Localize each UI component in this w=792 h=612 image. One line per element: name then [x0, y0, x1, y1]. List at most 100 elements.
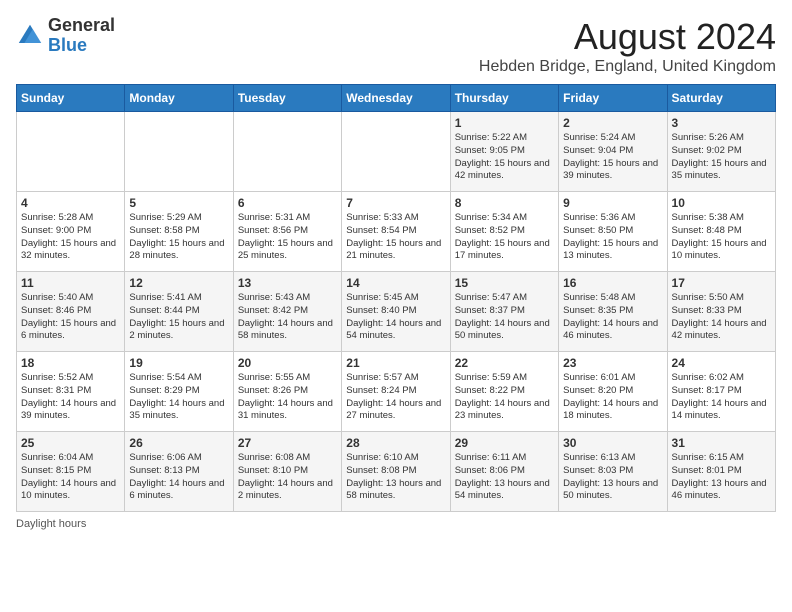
- cell-content: Sunrise: 5:33 AM Sunset: 8:54 PM Dayligh…: [346, 212, 445, 263]
- col-header-friday: Friday: [559, 85, 667, 112]
- day-number: 27: [238, 436, 337, 450]
- table-row: 16 Sunrise: 5:48 AM Sunset: 8:35 PM Dayli…: [559, 272, 667, 352]
- table-row: 31Sunrise: 6:15 AM Sunset: 8:01 PM Dayli…: [667, 432, 775, 512]
- calendar-row: 1 Sunrise: 5:22 AM Sunset: 9:05 PM Daylig…: [17, 112, 776, 192]
- col-header-tuesday: Tuesday: [233, 85, 341, 112]
- day-number: 30: [563, 436, 662, 450]
- day-number: 1: [455, 116, 554, 130]
- cell-content: Sunrise: 5:43 AM Sunset: 8:42 PM Dayligh…: [238, 292, 337, 343]
- location: Hebden Bridge, England, United Kingdom: [479, 58, 776, 76]
- table-row: 28Sunrise: 6:10 AM Sunset: 8:08 PM Dayli…: [342, 432, 450, 512]
- day-number: 17: [672, 276, 771, 290]
- table-row: [17, 112, 125, 192]
- logo-text: General Blue: [48, 16, 115, 56]
- table-row: 3 Sunrise: 5:26 AM Sunset: 9:02 PM Daylig…: [667, 112, 775, 192]
- table-row: 18 Sunrise: 5:52 AM Sunset: 8:31 PM Dayli…: [17, 352, 125, 432]
- day-number: 26: [129, 436, 228, 450]
- table-row: [233, 112, 341, 192]
- cell-content: Sunrise: 5:26 AM Sunset: 9:02 PM Dayligh…: [672, 132, 771, 183]
- table-row: [125, 112, 233, 192]
- table-row: 7 Sunrise: 5:33 AM Sunset: 8:54 PM Daylig…: [342, 192, 450, 272]
- table-row: 27 Sunrise: 6:08 AM Sunset: 8:10 PM Dayli…: [233, 432, 341, 512]
- cell-content: Sunrise: 5:31 AM Sunset: 8:56 PM Dayligh…: [238, 212, 337, 263]
- cell-content: Sunrise: 6:04 AM Sunset: 8:15 PM Dayligh…: [21, 452, 120, 503]
- cell-content: Sunrise: 5:22 AM Sunset: 9:05 PM Dayligh…: [455, 132, 554, 183]
- day-number: 13: [238, 276, 337, 290]
- cell-content: Sunrise: 6:13 AM Sunset: 8:03 PM Dayligh…: [563, 452, 662, 503]
- cell-content: Sunrise: 5:41 AM Sunset: 8:44 PM Dayligh…: [129, 292, 228, 343]
- cell-content: Sunrise: 6:11 AM Sunset: 8:06 PM Dayligh…: [455, 452, 554, 503]
- table-row: 25 Sunrise: 6:04 AM Sunset: 8:15 PM Dayli…: [17, 432, 125, 512]
- table-row: 12 Sunrise: 5:41 AM Sunset: 8:44 PM Dayli…: [125, 272, 233, 352]
- cell-content: Sunrise: 5:45 AM Sunset: 8:40 PM Dayligh…: [346, 292, 445, 343]
- day-number: 9: [563, 196, 662, 210]
- header: General Blue August 2024 Hebden Bridge, …: [16, 16, 776, 76]
- table-row: 1 Sunrise: 5:22 AM Sunset: 9:05 PM Daylig…: [450, 112, 558, 192]
- cell-content: Sunrise: 6:15 AM Sunset: 8:01 PM Dayligh…: [672, 452, 771, 503]
- day-number: 2: [563, 116, 662, 130]
- table-row: 10 Sunrise: 5:38 AM Sunset: 8:48 PM Dayli…: [667, 192, 775, 272]
- table-row: 15 Sunrise: 5:47 AM Sunset: 8:37 PM Dayli…: [450, 272, 558, 352]
- day-number: 10: [672, 196, 771, 210]
- table-row: 14Sunrise: 5:45 AM Sunset: 8:40 PM Dayli…: [342, 272, 450, 352]
- day-number: 7: [346, 196, 445, 210]
- cell-content: Sunrise: 5:55 AM Sunset: 8:26 PM Dayligh…: [238, 372, 337, 423]
- cell-content: Sunrise: 5:24 AM Sunset: 9:04 PM Dayligh…: [563, 132, 662, 183]
- day-number: 28: [346, 436, 445, 450]
- cell-content: Sunrise: 5:38 AM Sunset: 8:48 PM Dayligh…: [672, 212, 771, 263]
- logo: General Blue: [16, 16, 115, 56]
- calendar-row: 18 Sunrise: 5:52 AM Sunset: 8:31 PM Dayli…: [17, 352, 776, 432]
- day-number: 18: [21, 356, 120, 370]
- calendar-row: 25 Sunrise: 6:04 AM Sunset: 8:15 PM Dayli…: [17, 432, 776, 512]
- table-row: 26 Sunrise: 6:06 AM Sunset: 8:13 PM Dayli…: [125, 432, 233, 512]
- day-number: 15: [455, 276, 554, 290]
- day-number: 20: [238, 356, 337, 370]
- calendar-table: SundayMondayTuesdayWednesdayThursdayFrid…: [16, 84, 776, 512]
- table-row: 29 Sunrise: 6:11 AM Sunset: 8:06 PM Dayli…: [450, 432, 558, 512]
- footer-note: Daylight hours: [16, 518, 776, 530]
- table-row: 17 Sunrise: 5:50 AM Sunset: 8:33 PM Dayli…: [667, 272, 775, 352]
- month-year: August 2024: [479, 16, 776, 58]
- table-row: 22 Sunrise: 5:59 AM Sunset: 8:22 PM Dayli…: [450, 352, 558, 432]
- calendar-row: 11Sunrise: 5:40 AM Sunset: 8:46 PM Dayli…: [17, 272, 776, 352]
- cell-content: Sunrise: 5:36 AM Sunset: 8:50 PM Dayligh…: [563, 212, 662, 263]
- cell-content: Sunrise: 5:50 AM Sunset: 8:33 PM Dayligh…: [672, 292, 771, 343]
- cell-content: Sunrise: 5:48 AM Sunset: 8:35 PM Dayligh…: [563, 292, 662, 343]
- day-number: 4: [21, 196, 120, 210]
- day-number: 8: [455, 196, 554, 210]
- day-number: 12: [129, 276, 228, 290]
- day-number: 21: [346, 356, 445, 370]
- cell-content: Sunrise: 5:59 AM Sunset: 8:22 PM Dayligh…: [455, 372, 554, 423]
- day-number: 25: [21, 436, 120, 450]
- cell-content: Sunrise: 5:29 AM Sunset: 8:58 PM Dayligh…: [129, 212, 228, 263]
- cell-content: Sunrise: 5:54 AM Sunset: 8:29 PM Dayligh…: [129, 372, 228, 423]
- table-row: 11Sunrise: 5:40 AM Sunset: 8:46 PM Dayli…: [17, 272, 125, 352]
- table-row: 9 Sunrise: 5:36 AM Sunset: 8:50 PM Daylig…: [559, 192, 667, 272]
- table-row: 24Sunrise: 6:02 AM Sunset: 8:17 PM Dayli…: [667, 352, 775, 432]
- title-block: August 2024 Hebden Bridge, England, Unit…: [479, 16, 776, 76]
- cell-content: Sunrise: 6:02 AM Sunset: 8:17 PM Dayligh…: [672, 372, 771, 423]
- col-header-monday: Monday: [125, 85, 233, 112]
- cell-content: Sunrise: 6:06 AM Sunset: 8:13 PM Dayligh…: [129, 452, 228, 503]
- table-row: 13 Sunrise: 5:43 AM Sunset: 8:42 PM Dayli…: [233, 272, 341, 352]
- table-row: 30 Sunrise: 6:13 AM Sunset: 8:03 PM Dayli…: [559, 432, 667, 512]
- cell-content: Sunrise: 5:57 AM Sunset: 8:24 PM Dayligh…: [346, 372, 445, 423]
- cell-content: Sunrise: 5:28 AM Sunset: 9:00 PM Dayligh…: [21, 212, 120, 263]
- table-row: 8Sunrise: 5:34 AM Sunset: 8:52 PM Daylig…: [450, 192, 558, 272]
- logo-icon: [16, 22, 44, 50]
- col-header-saturday: Saturday: [667, 85, 775, 112]
- day-number: 11: [21, 276, 120, 290]
- calendar-header: SundayMondayTuesdayWednesdayThursdayFrid…: [17, 85, 776, 112]
- cell-content: Sunrise: 6:01 AM Sunset: 8:20 PM Dayligh…: [563, 372, 662, 423]
- day-number: 22: [455, 356, 554, 370]
- cell-content: Sunrise: 5:47 AM Sunset: 8:37 PM Dayligh…: [455, 292, 554, 343]
- table-row: 2 Sunrise: 5:24 AM Sunset: 9:04 PM Daylig…: [559, 112, 667, 192]
- cell-content: Sunrise: 5:52 AM Sunset: 8:31 PM Dayligh…: [21, 372, 120, 423]
- day-number: 3: [672, 116, 771, 130]
- day-number: 29: [455, 436, 554, 450]
- day-number: 6: [238, 196, 337, 210]
- day-number: 16: [563, 276, 662, 290]
- table-row: 5Sunrise: 5:29 AM Sunset: 8:58 PM Daylig…: [125, 192, 233, 272]
- cell-content: Sunrise: 6:08 AM Sunset: 8:10 PM Dayligh…: [238, 452, 337, 503]
- table-row: 21 Sunrise: 5:57 AM Sunset: 8:24 PM Dayli…: [342, 352, 450, 432]
